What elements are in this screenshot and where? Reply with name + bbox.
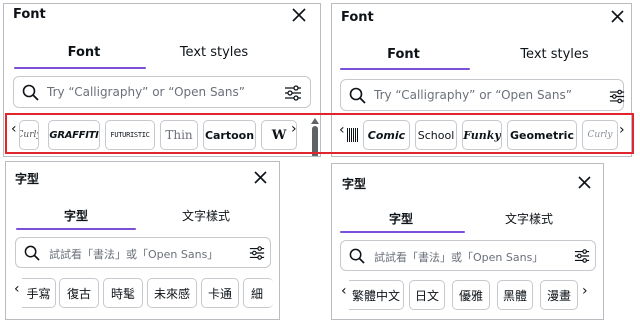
chevron-right-icon[interactable]: ›	[291, 121, 297, 137]
close-icon[interactable]	[578, 176, 591, 189]
font-category-chip[interactable]: Geometric	[507, 120, 577, 150]
filter-sliders-icon[interactable]	[574, 248, 590, 264]
tab-font[interactable]: Font	[24, 45, 144, 60]
search-input[interactable]: 試試看「書法」或「Open Sans」	[374, 249, 543, 265]
font-category-chip[interactable]: Comic	[363, 120, 410, 150]
scroll-up-arrow-icon[interactable]	[311, 118, 319, 124]
chevron-left-icon[interactable]: ‹	[341, 283, 347, 299]
search-input[interactable]: Try “Calligraphy” or “Open Sans”	[374, 88, 572, 102]
tab-font[interactable]: 字型	[26, 207, 126, 224]
font-panel-english-left: Font Font Text styles Try “Calligraphy” …	[3, 3, 321, 157]
font-category-chip[interactable]: Curly	[582, 120, 618, 150]
chevron-right-icon[interactable]: ›	[582, 283, 588, 299]
active-tab-indicator	[340, 231, 465, 233]
font-category-chip[interactable]: 時髦	[103, 278, 143, 308]
font-category-chip[interactable]: FUTURISTIC	[105, 120, 155, 150]
font-category-chip[interactable]: 黑體	[497, 280, 533, 310]
close-icon[interactable]	[611, 10, 624, 23]
font-category-chip[interactable]: Thin	[160, 120, 198, 150]
active-tab-indicator	[14, 67, 146, 69]
panel-title: Font	[341, 10, 374, 25]
font-panel-english-right: Font Font Text styles Try “Calligraphy” …	[331, 3, 632, 157]
search-input[interactable]: Try “Calligraphy” or “Open Sans”	[47, 85, 245, 99]
search-icon	[22, 84, 39, 101]
search-bar[interactable]: 試試看「書法」或「Open Sans」	[15, 237, 271, 268]
scrollbar[interactable]	[312, 126, 318, 156]
font-category-chip[interactable]: 卡通	[201, 278, 239, 308]
font-category-chip[interactable]: Cartoon	[203, 120, 256, 150]
search-icon	[349, 87, 366, 104]
font-category-chip[interactable]: 未來感	[147, 278, 197, 308]
font-category-chip[interactable]: 復古	[59, 278, 99, 308]
font-category-chip[interactable]: Curly	[19, 120, 39, 150]
close-icon[interactable]	[292, 8, 306, 22]
font-category-chip[interactable]: Funky	[462, 120, 502, 150]
active-tab-indicator	[340, 68, 470, 70]
tab-text-styles[interactable]: Text styles	[154, 45, 274, 60]
font-category-chip[interactable]: 手寫	[22, 278, 56, 308]
tab-font[interactable]: Font	[346, 47, 461, 62]
chevron-left-icon[interactable]: ‹	[339, 122, 345, 138]
search-icon	[24, 245, 40, 261]
font-category-chip[interactable]: 優雅	[452, 280, 490, 310]
font-category-chip[interactable]: GRAFFITI	[48, 120, 100, 150]
close-icon[interactable]	[254, 171, 267, 184]
barcode-font-chip-partial[interactable]	[347, 128, 359, 142]
tab-font[interactable]: 字型	[346, 210, 456, 227]
font-category-chip[interactable]: 日文	[409, 280, 445, 310]
chevron-left-icon[interactable]: ‹	[14, 281, 20, 297]
font-panel-chinese-left: 字型 字型 文字樣式 試試看「書法」或「Open Sans」 ‹ 手寫 復古 時…	[5, 161, 280, 320]
tab-text-styles[interactable]: 文字樣式	[151, 207, 261, 224]
font-panel-chinese-right: 字型 字型 文字樣式 試試看「書法」或「Open Sans」 ‹ 繁體中文 日文…	[331, 163, 604, 320]
search-bar[interactable]: 試試看「書法」或「Open Sans」	[340, 240, 596, 271]
filter-sliders-icon[interactable]	[609, 88, 625, 105]
filter-sliders-icon[interactable]	[249, 245, 265, 261]
font-category-chip[interactable]: 漫畫	[540, 280, 578, 310]
search-bar[interactable]: Try “Calligraphy” or “Open Sans”	[13, 76, 311, 108]
panel-title: Font	[13, 7, 46, 22]
search-input[interactable]: 試試看「書法」或「Open Sans」	[49, 246, 218, 262]
panel-title: 字型	[15, 172, 40, 186]
chevron-left-icon[interactable]: ‹	[11, 121, 17, 137]
tab-text-styles[interactable]: Text styles	[492, 47, 617, 62]
tab-text-styles[interactable]: 文字樣式	[474, 210, 584, 227]
active-tab-indicator	[16, 228, 136, 230]
font-category-chip[interactable]: School	[415, 120, 457, 150]
panel-title: 字型	[342, 177, 367, 191]
chevron-right-icon[interactable]: ›	[619, 122, 625, 138]
search-bar[interactable]: Try “Calligraphy” or “Open Sans”	[340, 79, 625, 111]
font-category-chip[interactable]: 繁體中文	[349, 280, 404, 310]
filter-sliders-icon[interactable]	[284, 84, 302, 102]
search-icon	[349, 248, 365, 264]
font-category-chip[interactable]: 細	[243, 278, 273, 308]
